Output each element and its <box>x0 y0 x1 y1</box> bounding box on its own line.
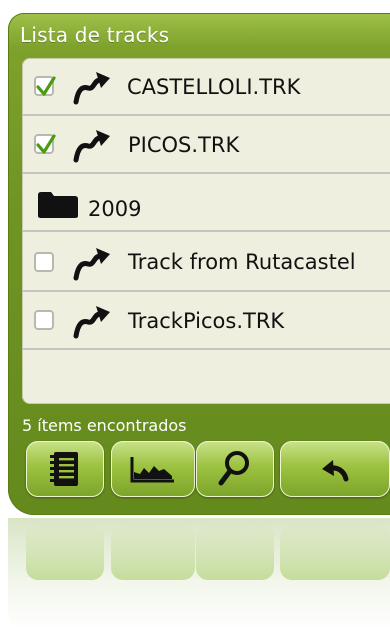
reflection-button <box>280 524 390 580</box>
profile-button[interactable] <box>111 441 195 497</box>
undo-arrow-icon <box>322 460 349 482</box>
magnifier-icon <box>218 451 249 486</box>
reflection-button <box>196 524 274 580</box>
track-icon <box>73 72 110 105</box>
list-item[interactable]: TrackPicos.TRK <box>22 292 390 350</box>
track-icon <box>73 130 110 163</box>
checkbox[interactable] <box>34 310 54 330</box>
item-label: TrackPicos.TRK <box>128 309 285 333</box>
track-list[interactable]: CASTELLOLI.TRK PICOS.TRK 2009 Track from… <box>22 58 390 404</box>
item-label: 2009 <box>88 197 142 221</box>
checkbox[interactable] <box>34 76 56 96</box>
checkmark-icon <box>36 76 56 96</box>
track-icon <box>73 248 110 281</box>
checkbox[interactable] <box>34 134 56 154</box>
elevation-profile-icon <box>130 457 174 483</box>
reflection-button <box>26 524 104 580</box>
item-label: PICOS.TRK <box>128 133 240 157</box>
notebook-icon <box>50 452 78 486</box>
list-item[interactable]: Track from Rutacastel <box>22 232 390 292</box>
search-button[interactable] <box>196 441 274 497</box>
track-icon <box>73 306 110 339</box>
panel-title: Lista de tracks <box>20 23 170 47</box>
reflection <box>8 518 390 630</box>
list-item[interactable]: CASTELLOLI.TRK <box>22 58 390 116</box>
back-button[interactable] <box>280 441 390 497</box>
checkmark-icon <box>36 134 56 154</box>
items-found-status: 5 ítems encontrados <box>22 416 187 435</box>
item-label: Track from Rutacastel <box>128 250 356 274</box>
notes-button[interactable] <box>26 441 104 497</box>
folder-icon <box>38 192 78 218</box>
list-item[interactable]: 2009 <box>22 174 390 232</box>
reflection-button <box>111 524 195 580</box>
track-list-panel: Lista de tracks CASTELLOLI.TRK PICOS.TRK… <box>8 13 390 515</box>
item-label: CASTELLOLI.TRK <box>127 75 301 99</box>
list-item[interactable]: PICOS.TRK <box>22 116 390 174</box>
checkbox[interactable] <box>34 252 54 272</box>
